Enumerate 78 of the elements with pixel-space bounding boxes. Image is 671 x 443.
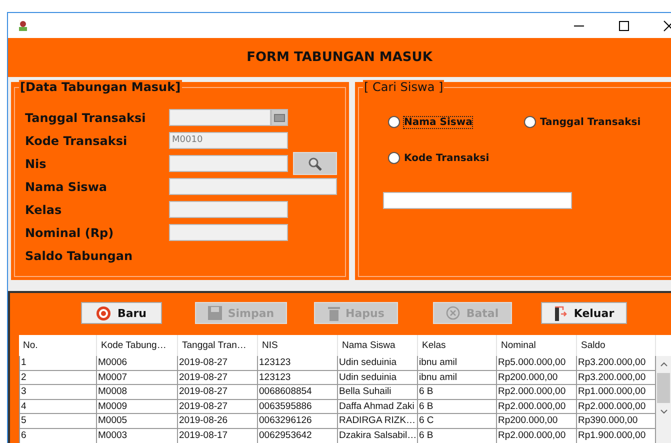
table-cell: 2019-08-27 <box>178 356 258 371</box>
cancel-icon <box>446 306 460 320</box>
table-cell: 6 <box>19 428 97 443</box>
table-cell: 0068608854 <box>258 385 338 400</box>
radio-option[interactable]: Kode Transaksi <box>388 152 490 164</box>
scroll-up-icon[interactable] <box>660 362 668 367</box>
field-label: Nama Siswa <box>25 180 108 194</box>
table-cell: Rp2.000.000,00 <box>497 385 577 400</box>
scroll-down-icon[interactable] <box>660 409 668 414</box>
search-field[interactable] <box>383 192 572 209</box>
date-field[interactable] <box>169 109 271 126</box>
table-cell: 2019-08-27 <box>178 370 258 386</box>
table-cell: 0063595886 <box>258 400 338 414</box>
table-cell: Rp5.000.000,00 <box>497 356 577 371</box>
table-cell: 123123 <box>258 370 338 386</box>
table-cell: 0063296126 <box>258 414 338 429</box>
field-label: Tanggal Transaksi <box>25 110 147 124</box>
table-cell: Rp2.000.000,00 <box>497 400 577 414</box>
table-cell: 4 <box>19 400 97 414</box>
table-cell: 2019-08-26 <box>178 414 258 429</box>
field-label: Nominal (Rp) <box>25 226 115 240</box>
text-field[interactable] <box>169 178 337 195</box>
field-label: Nis <box>25 156 48 170</box>
table-cell: 2019-08-27 <box>178 385 258 400</box>
table-cell: Rp200.000,00 <box>497 370 577 386</box>
form-title: FORM TABUNGAN MASUK <box>246 50 432 65</box>
table-cell: 3 <box>19 385 97 400</box>
table-cell: 2019-08-27 <box>178 400 258 414</box>
calendar-button[interactable] <box>271 109 288 126</box>
scrollbar[interactable] <box>656 356 671 443</box>
table-cell: M0009 <box>97 400 178 414</box>
table-cell: 2 <box>19 370 97 386</box>
text-field[interactable] <box>169 201 288 218</box>
text-field[interactable] <box>169 224 288 241</box>
table-cell: RADIRGA RIZK… <box>338 414 418 429</box>
table-cell: M0005 <box>97 414 178 429</box>
search-icon <box>308 156 322 170</box>
table-cell: 6 B <box>418 385 497 400</box>
panel-legend: [ Cari Siswa ] <box>363 80 444 94</box>
app-icon <box>17 20 29 32</box>
table-cell: Bella Suhaili <box>338 385 418 400</box>
table-cell: 6 B <box>418 400 497 414</box>
table-cell: M0003 <box>97 428 178 443</box>
table-cell: M0008 <box>97 385 178 400</box>
table-cell: ibnu amil <box>418 370 497 386</box>
table-cell: ibnu amil <box>418 356 497 371</box>
table-cell: 2019-08-17 <box>178 428 258 443</box>
search-button[interactable] <box>293 152 337 175</box>
radio-option[interactable]: Nama Siswa <box>388 116 472 128</box>
maximize-icon[interactable] <box>618 20 630 32</box>
action-button[interactable]: Keluar <box>541 302 627 324</box>
table-cell: 0062953642 <box>258 428 338 443</box>
field-label: Kelas <box>25 202 63 216</box>
table-cell: Daffa Ahmad Zaki <box>338 400 418 414</box>
field-label: Saldo Tabungan <box>25 248 134 262</box>
radio-option[interactable]: Tanggal Transaksi <box>524 116 641 128</box>
action-button[interactable]: Baru <box>81 302 162 324</box>
table-cell: 5 <box>19 414 97 429</box>
scroll-thumb[interactable] <box>657 373 670 403</box>
table-cell: 123123 <box>258 356 338 371</box>
table-cell: M0007 <box>97 370 178 386</box>
table-cell: 6 C <box>418 414 497 429</box>
table-cell: 6 B <box>418 428 497 443</box>
calendar-icon <box>274 114 285 122</box>
refresh-icon <box>96 306 112 320</box>
trash-icon <box>328 306 340 320</box>
panel-legend: [Data Tabungan Masuk] <box>19 80 182 94</box>
table-cell: Dzakira Salsabil… <box>338 428 418 443</box>
field-label: Kode Transaksi <box>25 134 128 148</box>
table-cell: Udin seduinia <box>338 370 418 386</box>
floppy-icon <box>208 306 222 320</box>
text-field[interactable] <box>169 155 288 172</box>
table-cell: Rp200.000,00 <box>497 414 577 429</box>
table-cell: 1 <box>19 356 97 371</box>
exit-icon <box>554 306 568 320</box>
table-cell: Udin seduinia <box>338 356 418 371</box>
table-cell: Rp2.000.000,00 <box>497 428 577 443</box>
table-cell: M0006 <box>97 356 178 371</box>
